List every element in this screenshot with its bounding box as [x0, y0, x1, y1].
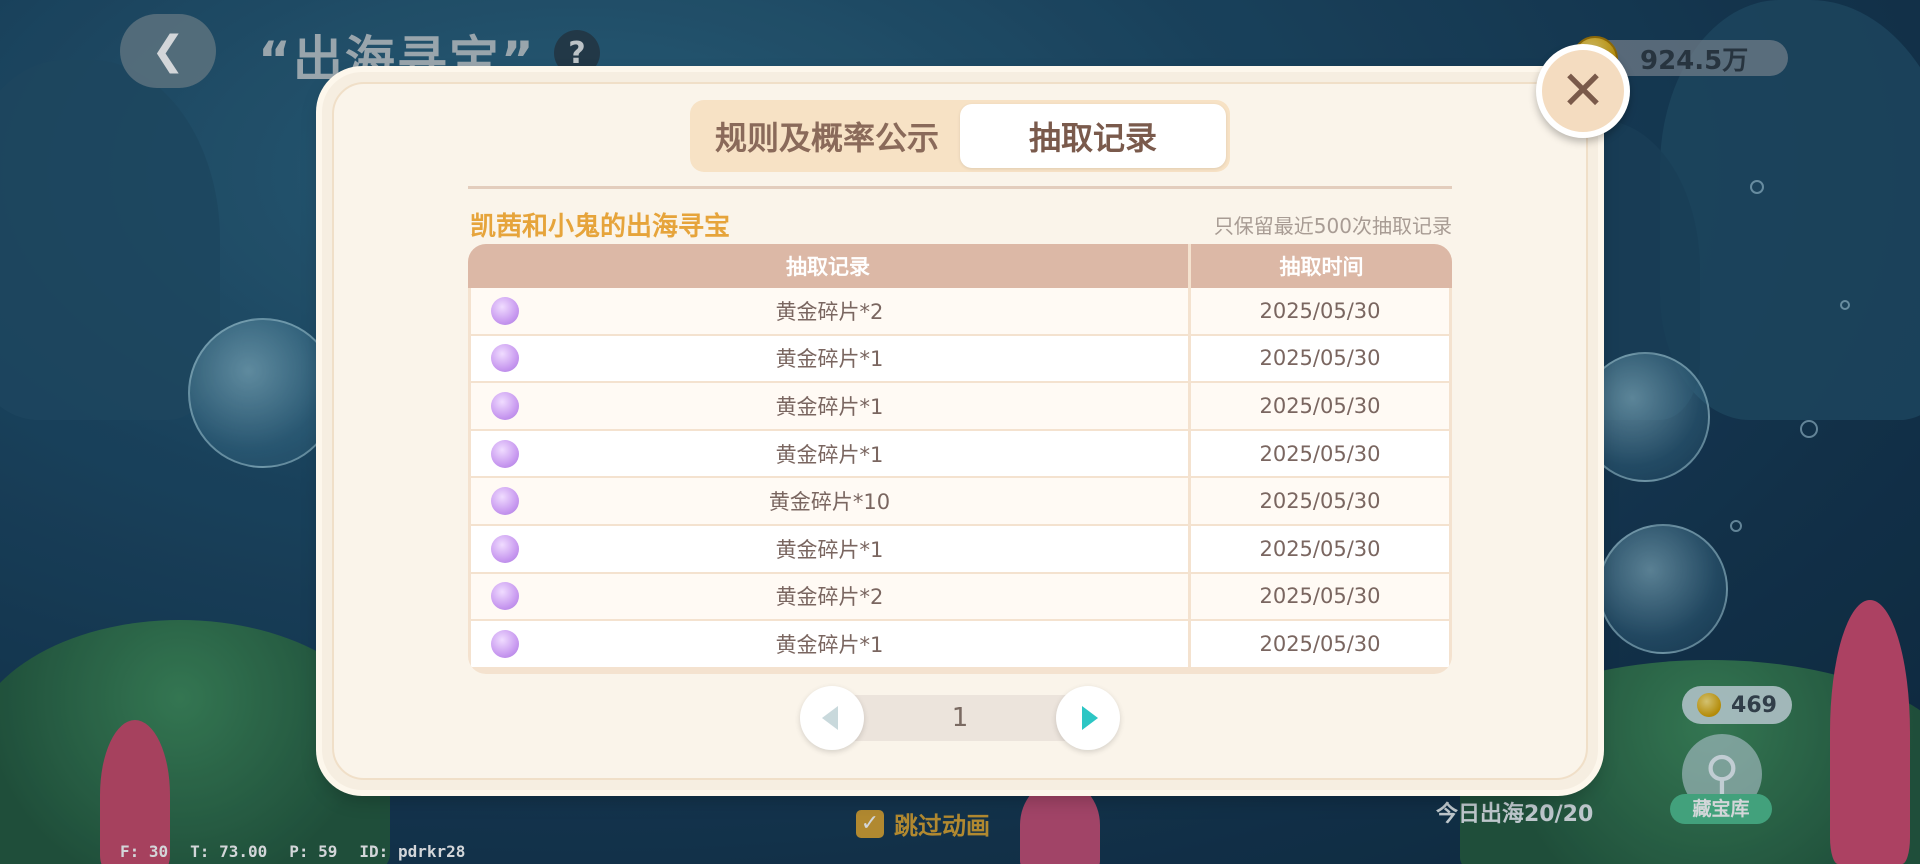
- table-row: 黄金碎片*1 2025/05/30: [471, 525, 1449, 574]
- triangle-left-icon: [822, 706, 838, 730]
- page-indicator: 1: [840, 695, 1080, 741]
- divider: [468, 186, 1452, 189]
- purple-orb-icon: [491, 439, 519, 468]
- record-time: 2025/05/30: [1188, 430, 1449, 477]
- record-cell: 黄金碎片*1: [471, 621, 1188, 667]
- record-time: 2025/05/30: [1188, 383, 1449, 429]
- record-time: 2025/05/30: [1188, 335, 1449, 382]
- column-header-time: 抽取时间: [1188, 244, 1452, 288]
- record-item: 黄金碎片*1: [775, 537, 884, 562]
- record-time: 2025/05/30: [1188, 478, 1449, 524]
- table-row: 黄金碎片*1 2025/05/30: [471, 335, 1449, 384]
- close-icon: ✕: [1560, 59, 1606, 122]
- prev-page-button[interactable]: [800, 686, 864, 750]
- record-time: 2025/05/30: [1188, 621, 1449, 667]
- record-section-title: 凯茜和小鬼的出海寻宝: [470, 212, 731, 242]
- record-cell: 黄金碎片*10: [471, 478, 1188, 524]
- triangle-right-icon: [1082, 706, 1098, 730]
- column-header-record: 抽取记录: [786, 255, 870, 279]
- table-row: 黄金碎片*1 2025/05/30: [471, 621, 1449, 669]
- record-cell: 黄金碎片*1: [471, 431, 1188, 477]
- record-item: 黄金碎片*1: [775, 347, 884, 372]
- record-time: 2025/05/30: [1188, 525, 1449, 572]
- record-item: 黄金碎片*1: [775, 442, 884, 467]
- next-page-button[interactable]: [1056, 686, 1120, 750]
- record-item: 黄金碎片*1: [775, 394, 884, 419]
- record-cell: 黄金碎片*1: [471, 383, 1188, 429]
- pagination: 1: [800, 686, 1120, 750]
- purple-orb-icon: [491, 629, 519, 658]
- table-row: 黄金碎片*2 2025/05/30: [471, 288, 1449, 336]
- table-row: 黄金碎片*10 2025/05/30: [471, 478, 1449, 526]
- tab-rules-probability[interactable]: 规则及概率公示: [694, 104, 960, 168]
- record-cell: 黄金碎片*1: [471, 526, 1188, 572]
- record-item: 黄金碎片*2: [775, 299, 884, 324]
- record-cell: 黄金碎片*2: [471, 574, 1188, 620]
- record-retention-note: 只保留最近500次抽取记录: [1213, 214, 1452, 238]
- record-cell: 黄金碎片*1: [471, 336, 1188, 382]
- dialog-tabs: 规则及概率公示 抽取记录: [690, 100, 1230, 172]
- record-time: 2025/05/30: [1188, 288, 1449, 334]
- record-item: 黄金碎片*10: [768, 490, 891, 515]
- purple-orb-icon: [491, 296, 519, 325]
- close-button[interactable]: ✕: [1536, 44, 1630, 138]
- tab-draw-records[interactable]: 抽取记录: [960, 104, 1226, 168]
- record-item: 黄金碎片*1: [775, 632, 884, 657]
- purple-orb-icon: [491, 487, 519, 516]
- table-row: 黄金碎片*1 2025/05/30: [471, 383, 1449, 431]
- table-row: 黄金碎片*2 2025/05/30: [471, 573, 1449, 622]
- draw-record-table: 抽取记录 抽取时间 黄金碎片*2 2025/05/30 黄金碎片*1 2025/…: [468, 244, 1452, 674]
- record-item: 黄金碎片*2: [775, 585, 884, 610]
- purple-orb-icon: [491, 344, 519, 373]
- record-cell: 黄金碎片*2: [471, 288, 1188, 334]
- purple-orb-icon: [491, 582, 519, 611]
- record-time: 2025/05/30: [1188, 573, 1449, 620]
- purple-orb-icon: [491, 534, 519, 563]
- table-header: 抽取记录 抽取时间: [468, 244, 1452, 288]
- table-row: 黄金碎片*1 2025/05/30: [471, 430, 1449, 479]
- purple-orb-icon: [491, 391, 519, 420]
- table-body[interactable]: 黄金碎片*2 2025/05/30 黄金碎片*1 2025/05/30 黄金碎片…: [468, 288, 1452, 672]
- page-number: 1: [951, 703, 969, 733]
